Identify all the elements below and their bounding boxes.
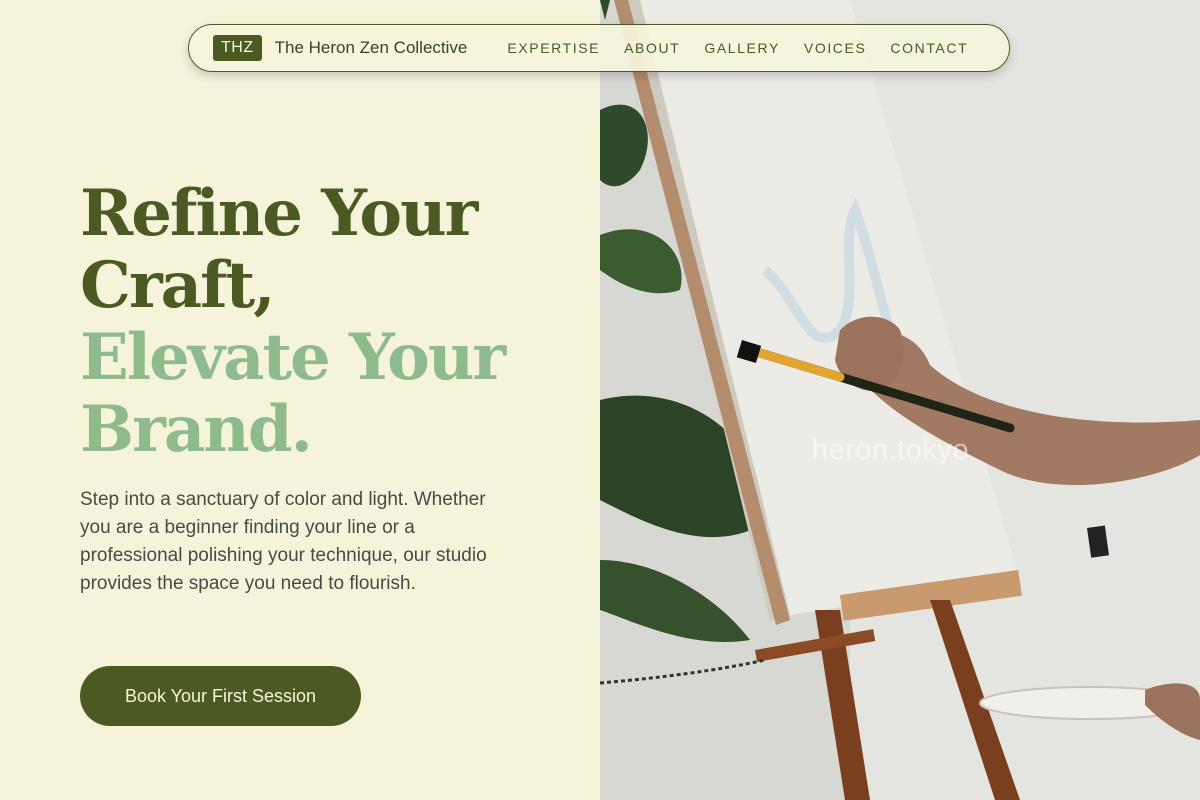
hero-headline: Refine Your Craft, Elevate Your Brand. — [80, 176, 506, 467]
hero-description: Step into a sanctuary of color and light… — [80, 489, 487, 594]
image-watermark: heron.tokyo — [812, 434, 970, 466]
nav-links: EXPERTISE ABOUT GALLERY VOICES CONTACT — [507, 40, 968, 56]
nav-link-voices[interactable]: VOICES — [804, 40, 867, 56]
nav-link-contact[interactable]: CONTACT — [890, 40, 968, 56]
nav-link-gallery[interactable]: GALLERY — [704, 40, 780, 56]
headline-line-1: Refine Your — [80, 176, 478, 251]
landing-page: Refine Your Craft, Elevate Your Brand. S… — [0, 0, 1200, 800]
nav-link-about[interactable]: ABOUT — [624, 40, 680, 56]
logo-badge[interactable]: THZ — [213, 35, 262, 61]
brand-name[interactable]: The Heron Zen Collective — [275, 38, 468, 58]
hero-photo: heron.tokyo — [600, 0, 1200, 800]
headline-line-4: Brand. — [80, 392, 313, 467]
nav-link-expertise[interactable]: EXPERTISE — [507, 40, 600, 56]
top-navbar: THZ The Heron Zen Collective EXPERTISE A… — [188, 24, 1010, 72]
headline-line-2: Craft, — [80, 248, 276, 323]
painting-illustration — [600, 0, 1200, 800]
book-session-button[interactable]: Book Your First Session — [80, 666, 361, 726]
hero-text-panel: Refine Your Craft, Elevate Your Brand. S… — [0, 0, 600, 800]
headline-line-3: Elevate Your — [80, 320, 506, 395]
